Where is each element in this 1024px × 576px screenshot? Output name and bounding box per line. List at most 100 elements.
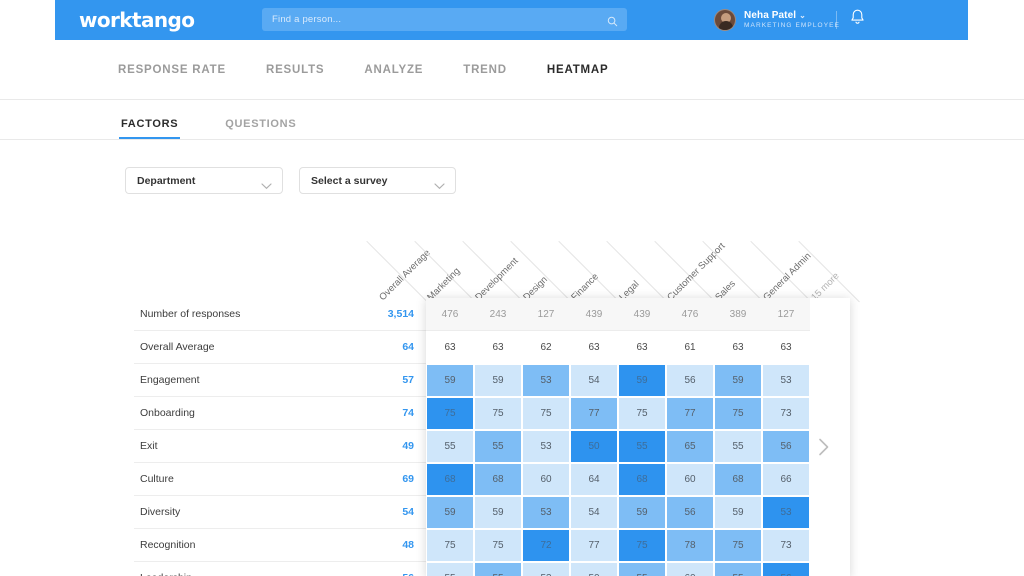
heatmap-cell[interactable]: 62 xyxy=(522,331,570,364)
heatmap-cell[interactable]: 63 xyxy=(762,331,810,364)
heatmap-cell[interactable]: 55 xyxy=(427,431,473,462)
heatmap-cell[interactable]: 59 xyxy=(427,365,473,396)
heatmap-cell[interactable]: 55 xyxy=(619,563,665,576)
heatmap-cell[interactable]: 55 xyxy=(475,563,521,576)
column-header-development[interactable]: Development xyxy=(473,256,520,303)
heatmap-cell[interactable]: 68 xyxy=(619,464,665,495)
heatmap-cell[interactable]: 63 xyxy=(618,331,666,364)
heatmap-cell[interactable]: 75 xyxy=(715,398,761,429)
tab-questions[interactable]: QUESTIONS xyxy=(225,118,296,139)
table-row[interactable]: Leadership 56 xyxy=(134,562,428,576)
heatmap-cell[interactable]: 66 xyxy=(763,464,809,495)
table-row[interactable]: Engagement 57 xyxy=(134,364,428,397)
heatmap-cell[interactable]: 63 xyxy=(426,331,474,364)
user-menu[interactable]: Neha Patel ⌄ MARKETING EMPLOYEE xyxy=(714,4,840,36)
heatmap-cell[interactable]: 68 xyxy=(715,464,761,495)
heatmap-cell[interactable]: 59 xyxy=(715,497,761,528)
nav-item-response-rate[interactable]: RESPONSE RATE xyxy=(118,64,226,76)
heatmap-cell[interactable]: 60 xyxy=(667,563,713,576)
heatmap-cell[interactable]: 50 xyxy=(571,563,617,576)
heatmap-cell[interactable]: 61 xyxy=(666,331,714,364)
heatmap-cell[interactable]: 59 xyxy=(475,365,521,396)
chevron-down-icon[interactable]: ⌄ xyxy=(799,10,806,21)
department-select[interactable]: Department xyxy=(125,167,283,194)
table-row[interactable]: Culture 69 xyxy=(134,463,428,496)
heatmap-cell[interactable]: 77 xyxy=(571,398,617,429)
heatmap-cell[interactable]: 63 xyxy=(474,331,522,364)
heatmap-cell[interactable]: 476 xyxy=(666,298,714,331)
heatmap-cell[interactable]: 439 xyxy=(618,298,666,331)
chevron-down-icon xyxy=(261,177,272,195)
heatmap-cell[interactable]: 78 xyxy=(667,530,713,561)
table-row[interactable]: Recognition 48 xyxy=(134,529,428,562)
heatmap-cell[interactable]: 73 xyxy=(763,530,809,561)
heatmap-cell[interactable]: 55 xyxy=(475,431,521,462)
heatmap-cell[interactable]: 55 xyxy=(619,431,665,462)
heatmap-cell[interactable]: 55 xyxy=(715,431,761,462)
heatmap-cell[interactable]: 75 xyxy=(619,530,665,561)
heatmap-cell[interactable]: 75 xyxy=(523,398,569,429)
heatmap-cell[interactable]: 56 xyxy=(667,497,713,528)
table-row[interactable]: Exit 49 xyxy=(134,430,428,463)
heatmap-cell[interactable]: 59 xyxy=(715,365,761,396)
heatmap-cell[interactable]: 75 xyxy=(715,530,761,561)
heatmap-cell[interactable]: 389 xyxy=(714,298,762,331)
nav-item-trend[interactable]: TREND xyxy=(463,64,507,76)
table-row[interactable]: Diversity 54 xyxy=(134,496,428,529)
next-page-button[interactable] xyxy=(813,436,835,458)
heatmap-cell[interactable]: 53 xyxy=(523,497,569,528)
heatmap-cell[interactable]: 59 xyxy=(619,365,665,396)
heatmap-cell[interactable]: 65 xyxy=(667,431,713,462)
tab-factors[interactable]: FACTORS xyxy=(118,118,181,139)
heatmap-cell[interactable]: 53 xyxy=(523,365,569,396)
nav-item-analyze[interactable]: ANALYZE xyxy=(364,64,423,76)
heatmap-cell[interactable]: 59 xyxy=(427,497,473,528)
heatmap-cell[interactable]: 68 xyxy=(427,464,473,495)
heatmap-cell[interactable]: 55 xyxy=(427,563,473,576)
heatmap-cell[interactable]: 53 xyxy=(523,431,569,462)
heatmap-cell[interactable]: 243 xyxy=(474,298,522,331)
heatmap-cell[interactable]: 60 xyxy=(667,464,713,495)
heatmap-cell[interactable]: 56 xyxy=(667,365,713,396)
heatmap-cell[interactable]: 75 xyxy=(475,530,521,561)
heatmap-cell[interactable]: 75 xyxy=(475,398,521,429)
heatmap-cell[interactable]: 53 xyxy=(763,365,809,396)
heatmap-cell[interactable]: 63 xyxy=(570,331,618,364)
heatmap-cell[interactable]: 63 xyxy=(714,331,762,364)
heatmap-cell[interactable]: 56 xyxy=(763,431,809,462)
heatmap-cell[interactable]: 59 xyxy=(475,497,521,528)
column-tick-line xyxy=(462,240,524,303)
table-row[interactable]: Onboarding 74 xyxy=(134,397,428,430)
nav-item-heatmap[interactable]: HEATMAP xyxy=(547,64,609,76)
heatmap-cell[interactable]: 75 xyxy=(619,398,665,429)
heatmap-cell[interactable]: 50 xyxy=(571,431,617,462)
heatmap-cell[interactable]: 77 xyxy=(667,398,713,429)
heatmap-cell[interactable]: 75 xyxy=(427,398,473,429)
heatmap-cell[interactable]: 72 xyxy=(523,530,569,561)
table-row[interactable]: Overall Average 64 xyxy=(134,331,428,364)
heatmap-cell[interactable]: 73 xyxy=(763,398,809,429)
heatmap-cell[interactable]: 127 xyxy=(522,298,570,331)
heatmap-cell[interactable]: 56 xyxy=(763,563,809,576)
heatmap-cell[interactable]: 64 xyxy=(571,464,617,495)
survey-select-value: Select a survey xyxy=(311,174,388,187)
heatmap-cell[interactable]: 68 xyxy=(475,464,521,495)
heatmap-cell[interactable]: 55 xyxy=(715,563,761,576)
heatmap-cell[interactable]: 54 xyxy=(571,365,617,396)
bell-icon[interactable] xyxy=(849,8,866,32)
worktango-logo[interactable]: worktango xyxy=(79,8,195,32)
heatmap-cell[interactable]: 53 xyxy=(523,563,569,576)
heatmap-cell[interactable]: 60 xyxy=(523,464,569,495)
nav-item-results[interactable]: RESULTS xyxy=(266,64,324,76)
heatmap-cell[interactable]: 75 xyxy=(427,530,473,561)
heatmap-cell[interactable]: 476 xyxy=(426,298,474,331)
heatmap-cell[interactable]: 127 xyxy=(762,298,810,331)
heatmap-cell[interactable]: 77 xyxy=(571,530,617,561)
heatmap-cell[interactable]: 59 xyxy=(619,497,665,528)
survey-select[interactable]: Select a survey xyxy=(299,167,456,194)
heatmap-cell[interactable]: 439 xyxy=(570,298,618,331)
search-input[interactable]: Find a person... xyxy=(262,8,627,31)
table-row[interactable]: Number of responses 3,514 xyxy=(134,298,428,331)
heatmap-cell[interactable]: 54 xyxy=(571,497,617,528)
heatmap-cell[interactable]: 53 xyxy=(763,497,809,528)
